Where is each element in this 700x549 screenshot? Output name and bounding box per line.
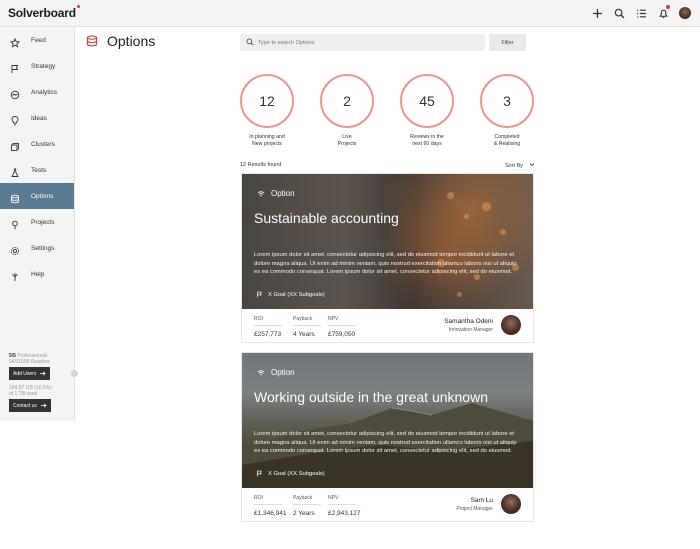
card-owner: Sam Lu Project Manager bbox=[456, 497, 493, 512]
card-footer: ROI £1,346,941 Payback 2 Years NPV £2,94… bbox=[242, 488, 533, 521]
filter-button[interactable]: Filter bbox=[489, 34, 526, 51]
search-icon[interactable] bbox=[612, 6, 626, 20]
sidebar-item-ideas[interactable]: Ideas bbox=[0, 105, 74, 131]
card-owner: Samantha Odeni Innovation Manager bbox=[444, 318, 493, 333]
option-card[interactable]: Option Sustainable accounting Lorem ipsu… bbox=[241, 173, 534, 343]
stat-value: 2 bbox=[320, 74, 374, 128]
sidebar: Feed Strategy Analytics Ideas Clusters T… bbox=[0, 27, 75, 421]
flag-icon bbox=[257, 470, 262, 477]
card-tag: Option bbox=[257, 189, 295, 198]
search-icon bbox=[246, 38, 254, 46]
notification-badge bbox=[666, 5, 670, 9]
card-hero-image: Option Working outside in the great unkn… bbox=[242, 353, 533, 488]
option-card[interactable]: Option Working outside in the great unkn… bbox=[241, 352, 534, 522]
flag-icon bbox=[10, 61, 20, 73]
storage-info: 104.97 GB (10.5%) of 1 TB used bbox=[9, 385, 52, 397]
metric-npv: NPV £2,943,127 bbox=[328, 495, 361, 517]
sidebar-item-analytics[interactable]: Analytics bbox=[0, 79, 74, 105]
plan-info: 5/5 Professionals 94/11098 Readers bbox=[9, 353, 50, 365]
sidebar-item-options[interactable]: Options bbox=[0, 183, 74, 209]
app-logo[interactable]: Solverboard bbox=[8, 5, 80, 20]
star-icon bbox=[9, 35, 21, 48]
user-avatar[interactable] bbox=[679, 7, 691, 19]
gear-icon bbox=[10, 243, 20, 256]
plus-icon[interactable] bbox=[590, 6, 604, 20]
metric-roi: ROI £257,773 bbox=[254, 316, 282, 338]
chart-icon bbox=[10, 87, 20, 100]
stat-planning[interactable]: 12 In planning and New projects bbox=[240, 74, 294, 147]
stat-label: In planning and New projects bbox=[249, 134, 285, 147]
help-icon bbox=[10, 269, 20, 281]
avatar[interactable] bbox=[501, 494, 521, 514]
sidebar-item-tests[interactable]: Tests bbox=[0, 157, 74, 183]
metric-npv: NPV £759,050 bbox=[328, 316, 356, 338]
card-title[interactable]: Sustainable accounting bbox=[254, 210, 399, 226]
card-description: Lorem ipsum dolor sit amet, consectetur … bbox=[254, 431, 517, 455]
card-title[interactable]: Working outside in the great unknown bbox=[254, 389, 488, 405]
stat-completed[interactable]: 3 Completed & Realising bbox=[480, 74, 534, 147]
option-icon bbox=[257, 369, 265, 375]
flask-icon bbox=[10, 165, 20, 177]
search-input[interactable] bbox=[258, 34, 478, 51]
card-footer: ROI £257,773 Payback 4 Years NPV £759,05… bbox=[242, 309, 533, 342]
list-icon[interactable] bbox=[634, 6, 648, 20]
avatar[interactable] bbox=[501, 315, 521, 335]
arrow-right-icon bbox=[40, 403, 47, 408]
sidebar-item-help[interactable]: Help bbox=[0, 261, 74, 287]
sidebar-item-settings[interactable]: Settings bbox=[0, 235, 74, 261]
search-bar bbox=[240, 34, 485, 51]
stat-value: 12 bbox=[240, 74, 294, 128]
flag-icon bbox=[257, 291, 262, 298]
sort-by-dropdown[interactable]: Sort By bbox=[505, 162, 535, 169]
stat-label: Live Projects bbox=[337, 134, 357, 147]
arrow-right-icon bbox=[40, 371, 46, 376]
collapse-sidebar-icon[interactable]: ‹ bbox=[71, 370, 78, 377]
card-description: Lorem ipsum dolor sit amet, consectetur … bbox=[254, 252, 517, 276]
sidebar-item-strategy[interactable]: Strategy bbox=[0, 53, 74, 79]
page-title: Options bbox=[107, 33, 156, 49]
contact-us-button[interactable]: Contact us bbox=[9, 399, 51, 412]
pin-icon bbox=[10, 217, 20, 230]
stat-label: Completed & Realising bbox=[493, 134, 521, 147]
clusters-icon bbox=[10, 139, 20, 151]
metric-payback: Payback 2 Years bbox=[293, 495, 321, 517]
chevron-down-icon bbox=[529, 163, 534, 167]
sidebar-item-projects[interactable]: Projects bbox=[0, 209, 74, 235]
add-users-button[interactable]: Add Users bbox=[9, 367, 51, 380]
card-tag: Option bbox=[257, 368, 295, 377]
stat-live-projects[interactable]: 2 Live Projects bbox=[320, 74, 374, 147]
bell-icon[interactable] bbox=[656, 5, 670, 20]
card-goal[interactable]: X Goal (XX Subgoals) bbox=[256, 291, 325, 298]
stat-reviews[interactable]: 45 Reviews in the next 60 days bbox=[400, 74, 454, 147]
sidebar-item-clusters[interactable]: Clusters bbox=[0, 131, 74, 157]
bulb-icon bbox=[10, 113, 20, 126]
stat-value: 3 bbox=[480, 74, 534, 128]
sidebar-item-feed[interactable]: Feed bbox=[0, 27, 74, 53]
metric-roi: ROI £1,346,941 bbox=[254, 495, 287, 517]
option-icon bbox=[257, 190, 265, 196]
top-bar: Solverboard bbox=[0, 0, 700, 27]
results-count: 12 Results found bbox=[240, 162, 282, 168]
metric-payback: Payback 4 Years bbox=[293, 316, 321, 338]
card-goal[interactable]: X Goal (XX Subgoals) bbox=[256, 470, 325, 477]
stat-label: Reviews in the next 60 days bbox=[410, 134, 444, 147]
card-hero-image: Option Sustainable accounting Lorem ipsu… bbox=[242, 174, 533, 309]
stat-value: 45 bbox=[400, 74, 454, 128]
options-title-icon bbox=[86, 35, 98, 47]
layers-icon bbox=[10, 191, 20, 204]
